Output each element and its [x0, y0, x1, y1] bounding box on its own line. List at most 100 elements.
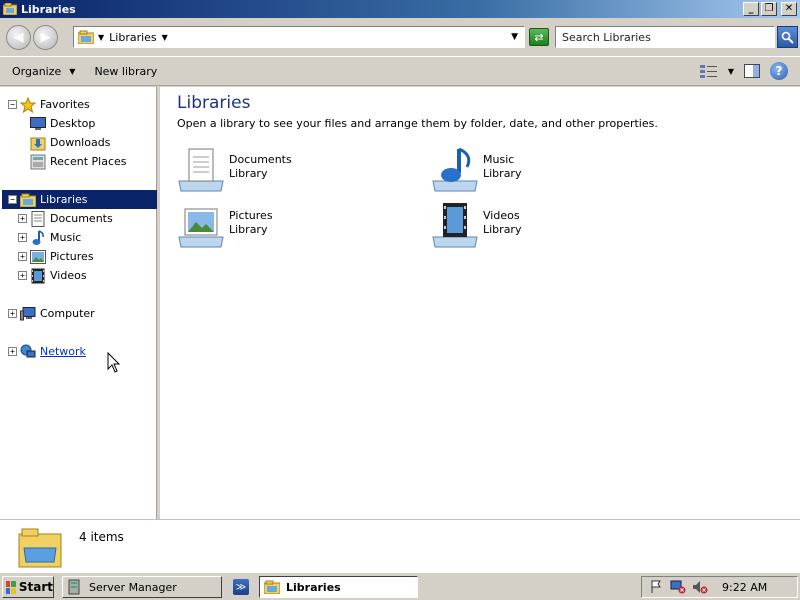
tree-label: Recent Places: [50, 155, 127, 168]
tree-label: Documents: [50, 212, 113, 225]
tree-pictures[interactable]: + Pictures: [18, 247, 94, 266]
recent-places-icon: [30, 154, 46, 170]
content-pane[interactable]: Libraries Open a library to see your fil…: [160, 87, 800, 519]
task-label: Server Manager: [89, 580, 177, 594]
taskbar-item-server-manager[interactable]: Server Manager: [62, 576, 222, 598]
tree-recent-places[interactable]: Recent Places: [30, 152, 127, 171]
search-input[interactable]: Search Libraries: [555, 26, 775, 48]
new-library-button[interactable]: New library: [94, 65, 157, 78]
expand-icon[interactable]: +: [8, 347, 17, 356]
tree-label: Videos: [50, 269, 87, 282]
start-label: Start: [18, 580, 53, 594]
tree-label: Favorites: [40, 98, 90, 111]
expand-icon[interactable]: +: [18, 271, 27, 280]
breadcrumb-dropdown-icon[interactable]: ▼: [162, 33, 168, 42]
library-name: Videos: [483, 209, 520, 222]
libraries-icon: [264, 580, 280, 594]
tree-computer[interactable]: + Computer: [8, 304, 95, 323]
tree-label: Pictures: [50, 250, 94, 263]
restore-button[interactable]: ❐: [761, 2, 777, 16]
expand-icon[interactable]: +: [18, 214, 27, 223]
library-name: Pictures: [229, 209, 273, 222]
computer-icon: [20, 306, 36, 322]
libraries-icon: [78, 30, 94, 44]
forward-button[interactable]: ▶: [33, 25, 58, 50]
network-disconnected-icon[interactable]: [670, 579, 686, 595]
organize-button[interactable]: Organize ▼: [12, 65, 75, 78]
videos-icon: [30, 268, 46, 284]
forward-arrow-icon: ▶: [40, 30, 51, 45]
tree-music[interactable]: + Music: [18, 228, 81, 247]
command-bar: Organize ▼ New library ▼ ?: [0, 56, 800, 86]
search-icon: [781, 31, 794, 44]
back-button[interactable]: ◀: [6, 25, 31, 50]
tree-favorites[interactable]: − Favorites: [8, 95, 90, 114]
tree-documents[interactable]: + Documents: [18, 209, 113, 228]
server-manager-icon: [68, 579, 80, 595]
powershell-icon[interactable]: ≫: [233, 579, 249, 595]
tree-label: Network: [40, 345, 86, 358]
libraries-icon: [20, 192, 36, 208]
preview-pane-icon[interactable]: [744, 64, 760, 78]
search-button[interactable]: [777, 26, 798, 48]
videos-library-icon: [432, 203, 478, 248]
expand-icon[interactable]: +: [18, 233, 27, 242]
expand-icon[interactable]: +: [18, 252, 27, 261]
tree-network[interactable]: + Network: [8, 342, 86, 361]
library-item-pictures[interactable]: Pictures Library: [177, 201, 273, 249]
network-icon: [20, 344, 36, 360]
star-icon: [20, 96, 36, 113]
address-bar[interactable]: ▼ Libraries ▼ ▼: [73, 26, 525, 48]
clock[interactable]: 9:22 AM: [722, 581, 767, 594]
show-desktop-button[interactable]: [788, 576, 798, 598]
collapse-icon[interactable]: −: [8, 195, 17, 204]
details-pane: 4 items: [0, 519, 800, 572]
window-title: Libraries: [21, 2, 76, 16]
start-button[interactable]: Start: [2, 576, 54, 598]
refresh-button[interactable]: ⇄: [529, 28, 549, 46]
library-name: Music: [483, 153, 515, 166]
downloads-folder-icon: [30, 135, 46, 151]
expand-icon[interactable]: +: [8, 309, 17, 318]
library-type: Library: [483, 223, 522, 236]
tree-label: Libraries: [40, 193, 88, 206]
page-description: Open a library to see your files and arr…: [177, 117, 658, 130]
windows-logo-icon: [6, 580, 16, 594]
navigation-pane[interactable]: − Favorites Desktop Downloads Recent Pla…: [0, 87, 157, 519]
breadcrumb-separator-icon[interactable]: ▼: [98, 33, 104, 42]
taskbar-item-libraries[interactable]: Libraries: [259, 576, 418, 598]
tree-label: Music: [50, 231, 82, 244]
minimize-button[interactable]: _: [743, 2, 759, 16]
tree-libraries[interactable]: − Libraries: [2, 190, 157, 209]
help-button[interactable]: ?: [770, 62, 788, 80]
library-item-music[interactable]: Music Library: [431, 145, 521, 193]
organize-label: Organize: [12, 64, 62, 78]
library-type: Library: [483, 167, 522, 180]
change-view-icon[interactable]: [699, 64, 718, 78]
tree-videos[interactable]: + Videos: [18, 266, 87, 285]
libraries-folder-icon: [18, 528, 62, 568]
volume-muted-icon[interactable]: [692, 579, 708, 595]
library-item-documents[interactable]: Documents Library: [177, 145, 292, 193]
library-item-videos[interactable]: Videos Library: [431, 201, 521, 249]
system-tray: 9:22 AM: [641, 576, 798, 598]
address-history-dropdown-icon[interactable]: ▼: [511, 32, 518, 42]
task-label: Libraries: [286, 580, 341, 594]
taskbar: Start Server Manager ≫ Libraries 9:22 AM: [0, 572, 800, 600]
search-placeholder: Search Libraries: [562, 30, 651, 44]
tree-desktop[interactable]: Desktop: [30, 114, 95, 133]
tree-downloads[interactable]: Downloads: [30, 133, 110, 152]
close-button[interactable]: ✕: [781, 2, 797, 16]
pictures-icon: [30, 249, 46, 265]
view-controls: ▼ ?: [699, 62, 788, 80]
chevron-down-icon: ▼: [69, 66, 76, 76]
action-center-flag-icon[interactable]: [648, 579, 664, 595]
pictures-library-icon: [178, 208, 224, 248]
collapse-icon[interactable]: −: [8, 100, 17, 109]
library-type: Library: [229, 223, 268, 236]
view-options-dropdown-icon[interactable]: ▼: [728, 67, 734, 76]
address-row: ◀ ▶ ▼ Libraries ▼ ▼ ⇄ Search Libraries: [0, 18, 800, 56]
library-name: Documents: [229, 153, 292, 166]
breadcrumb-libraries[interactable]: Libraries: [109, 31, 157, 44]
documents-library-icon: [178, 148, 224, 192]
